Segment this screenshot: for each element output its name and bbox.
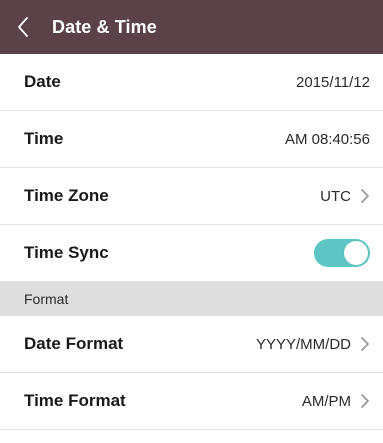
chevron-right-icon: [361, 394, 369, 408]
chevron-right-icon: [361, 337, 369, 351]
time-format-value: AM/PM: [301, 392, 351, 410]
date-value: 2015/11/12: [296, 73, 370, 91]
time-zone-row[interactable]: Time Zone UTC: [0, 168, 383, 225]
time-format-label: Time Format: [24, 391, 126, 410]
chevron-right-icon: [361, 189, 369, 203]
date-label: Date: [24, 72, 61, 91]
time-row[interactable]: Time AM 08:40:56: [0, 111, 383, 168]
toggle-knob: [344, 241, 368, 265]
time-zone-value: UTC: [320, 187, 351, 205]
time-value: AM 08:40:56: [284, 130, 370, 148]
back-button[interactable]: [0, 0, 46, 54]
date-format-value: YYYY/MM/DD: [255, 335, 351, 353]
time-format-row[interactable]: Time Format AM/PM: [0, 373, 383, 430]
date-format-row[interactable]: Date Format YYYY/MM/DD: [0, 316, 383, 373]
time-sync-toggle[interactable]: [314, 239, 370, 267]
page-title: Date & Time: [52, 16, 157, 37]
date-row[interactable]: Date 2015/11/12: [0, 54, 383, 111]
time-label: Time: [24, 129, 64, 148]
date-format-label: Date Format: [24, 334, 124, 353]
chevron-left-icon: [17, 16, 29, 38]
format-section-header: Format: [0, 282, 383, 316]
app-header: Date & Time: [0, 0, 383, 54]
time-zone-label: Time Zone: [24, 186, 109, 205]
time-sync-row: Time Sync: [0, 225, 383, 282]
time-sync-label: Time Sync: [24, 243, 109, 262]
